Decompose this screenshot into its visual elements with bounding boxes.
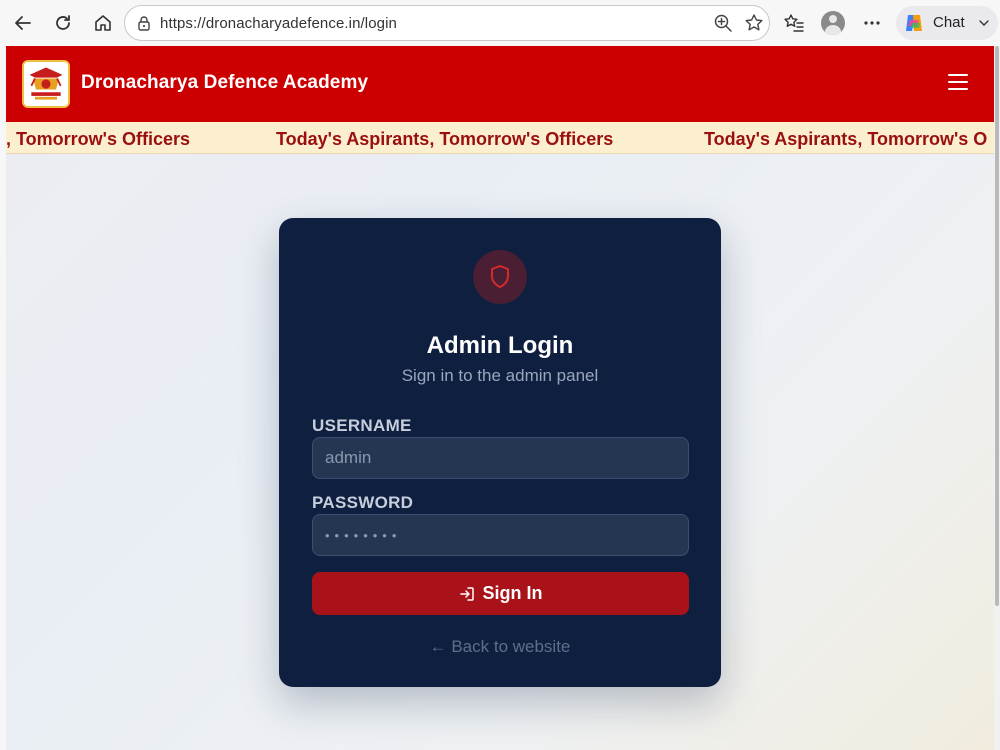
profile-avatar[interactable] [820,10,846,36]
password-placeholder: •••••••• [325,527,402,543]
ticker-item: , Tomorrow's Officers [6,129,190,149]
sign-in-button[interactable]: Sign In [312,572,689,615]
copilot-chat-button[interactable]: Chat [896,6,998,40]
sign-in-label: Sign In [482,583,543,603]
page-viewport: Dronacharya Defence Academy , Tomorrow's… [6,46,994,750]
password-input[interactable]: •••••••• [312,514,689,556]
username-placeholder: admin [325,448,372,467]
shield-icon [491,265,509,288]
back-arrow-icon[interactable] [8,8,38,38]
lock-icon[interactable] [136,15,152,31]
avatar-icon [821,11,845,35]
academy-logo[interactable] [22,60,70,108]
back-to-website-link[interactable]: ← Back to website [279,637,721,657]
announcement-ticker: , Tomorrow's Officers Today's Aspirants,… [6,122,994,154]
copilot-icon [906,15,922,31]
site-header: Dronacharya Defence Academy [6,46,994,122]
refresh-icon[interactable] [48,8,78,38]
username-label: USERNAME [312,416,412,435]
address-bar[interactable]: https://dronacharyadefence.in/login [124,5,770,41]
hamburger-menu-icon[interactable] [948,74,968,92]
scrollbar-thumb[interactable] [995,46,999,606]
favorite-star-icon[interactable] [744,13,764,33]
home-icon[interactable] [88,8,118,38]
login-title: Admin Login [426,332,574,359]
ticker-item: Today's Aspirants, Tomorrow's O [704,129,988,149]
login-card: Admin Login Sign in to the admin panel U… [279,218,721,687]
site-title[interactable]: Dronacharya Defence Academy [81,72,368,94]
zoom-icon[interactable] [713,13,733,33]
password-label: PASSWORD [312,493,414,512]
username-input[interactable]: admin [312,437,689,479]
favorites-list-icon[interactable] [781,10,807,36]
shield-badge [473,250,527,304]
url-text[interactable]: https://dronacharyadefence.in/login [160,15,397,32]
chevron-down-icon[interactable] [978,17,990,29]
login-arrow-icon [459,586,474,601]
ticker-item: Today's Aspirants, Tomorrow's Officers [276,129,614,149]
more-menu-icon[interactable] [859,10,885,36]
chat-label[interactable]: Chat [933,14,965,31]
browser-toolbar: https://dronacharyadefence.in/login Chat [0,0,1000,46]
page-scrollbar[interactable] [994,46,1000,750]
login-subtitle: Sign in to the admin panel [401,366,599,385]
